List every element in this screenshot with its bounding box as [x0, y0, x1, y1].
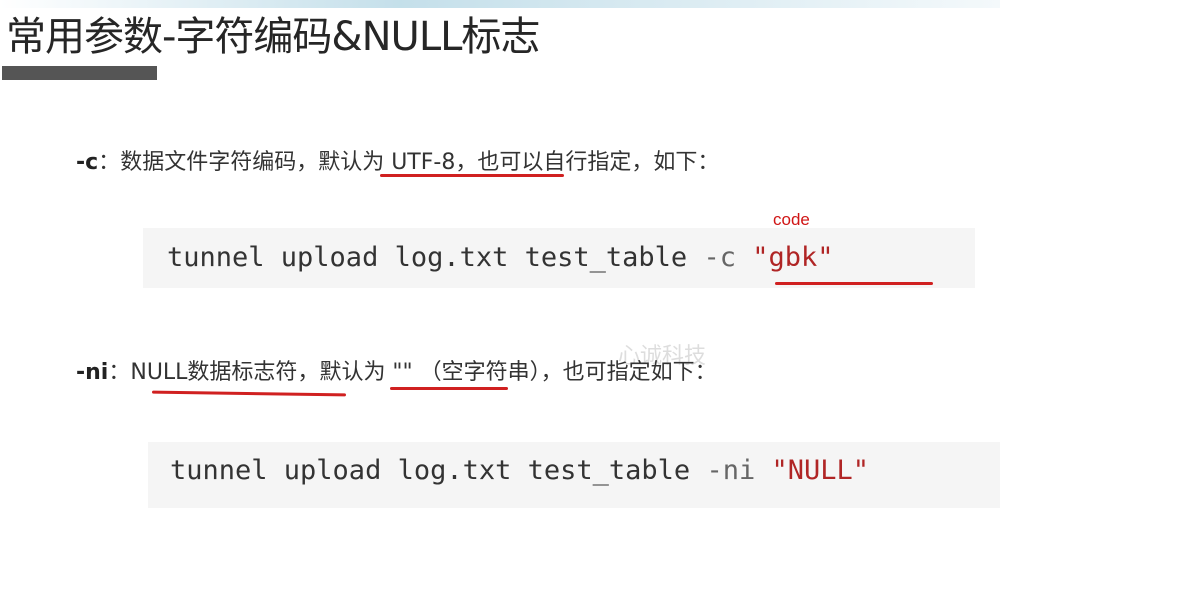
underline-null-flag — [151, 390, 347, 397]
code-ni-command: tunnel upload log.txt test_table — [170, 455, 707, 486]
param-c-separator: ： — [98, 150, 121, 175]
code-ni-value: "NULL" — [771, 455, 870, 486]
code-c-command: tunnel upload log.txt test_table — [167, 242, 704, 273]
param-c-flag: -c — [76, 150, 99, 175]
param-ni-desc-highlight1: NULL数据标志符， — [130, 360, 320, 385]
code-block-null: tunnel upload log.txt test_table -ni "NU… — [148, 442, 1000, 508]
param-c-desc-pre: 数据文件字符编码， — [120, 150, 319, 175]
code-c-value: "gbk" — [752, 242, 834, 273]
param-c-desc-post: 也可以自行指定，如下： — [477, 150, 720, 175]
code-ni-space — [755, 455, 771, 486]
param-ni-desc-post: （空字符串），也可指定如下： — [412, 360, 717, 385]
param-ni-separator: ： — [108, 360, 131, 385]
title-underline-bar — [2, 66, 157, 80]
annotation-code-label: code — [773, 210, 810, 229]
code-ni-option: -ni — [706, 455, 756, 486]
slide-title: 常用参数-字符编码&NULL标志 — [6, 14, 540, 60]
code-c-option: -c — [703, 242, 736, 273]
param-c-description: -c：数据文件字符编码，默认为 UTF-8，也可以自行指定，如下： — [76, 144, 719, 176]
param-ni-description: -ni：NULL数据标志符，默认为 "" （空字符串），也可指定如下： — [76, 354, 717, 386]
code-c-space — [736, 242, 752, 273]
param-ni-desc-highlight2: 默认为 "" — [319, 360, 413, 385]
param-ni-flag: -ni — [76, 360, 109, 385]
param-c-desc-highlight: 默认为 UTF-8， — [318, 150, 478, 175]
underline-default-empty — [390, 387, 508, 390]
underline-code-c-gbk — [775, 282, 933, 285]
underline-default-utf8 — [380, 174, 564, 177]
code-block-charset: tunnel upload log.txt test_table -c "gbk… — [143, 228, 975, 288]
